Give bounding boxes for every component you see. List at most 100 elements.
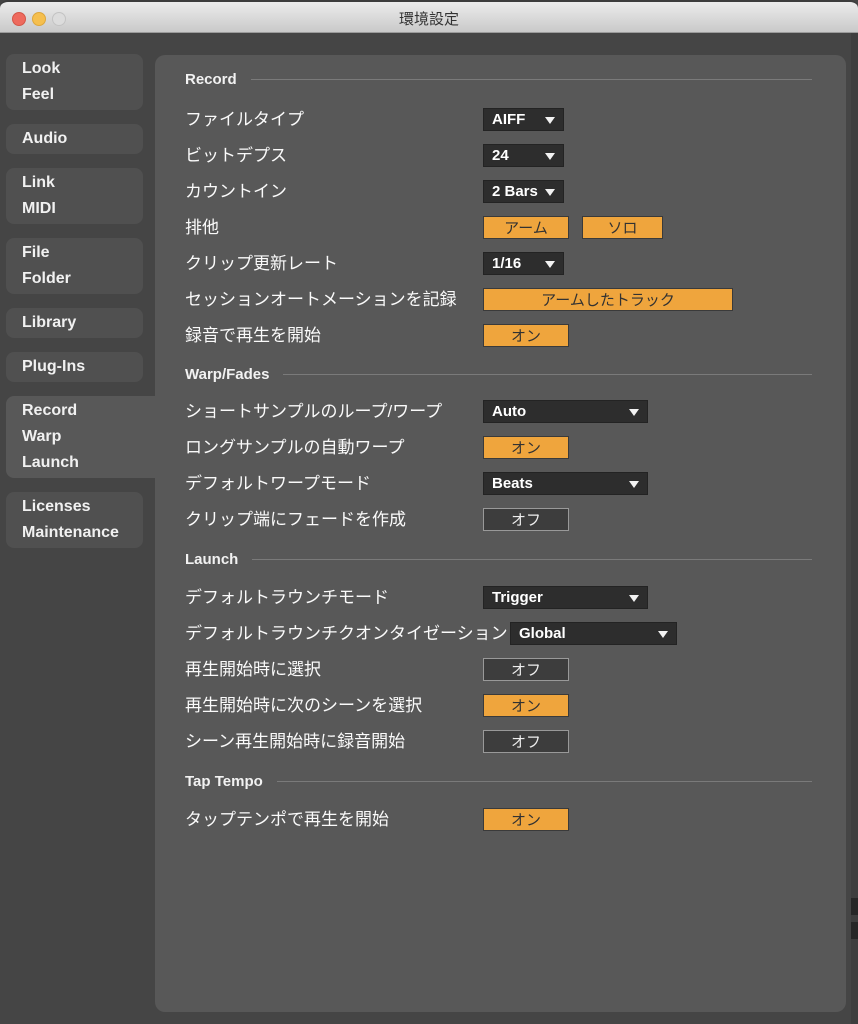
section-header: Tap Tempo bbox=[185, 772, 812, 790]
chevron-down-icon bbox=[545, 189, 555, 196]
toggle-label: オフ bbox=[511, 509, 541, 530]
dropdown[interactable]: AIFF bbox=[483, 108, 564, 131]
dropdown[interactable]: Beats bbox=[483, 472, 648, 495]
toggle-label: オフ bbox=[511, 731, 541, 752]
tab-label: File bbox=[22, 240, 143, 266]
row-label: クリップ端にフェードを作成 bbox=[185, 508, 406, 531]
chevron-down-icon bbox=[629, 409, 639, 416]
dropdown-value: 2 Bars bbox=[492, 181, 538, 202]
dropdown[interactable]: 2 Bars bbox=[483, 180, 564, 203]
tab-label: Licenses bbox=[22, 494, 143, 520]
row-label: セッションオートメーションを記録 bbox=[185, 288, 457, 311]
section-header: Warp/Fades bbox=[185, 365, 812, 383]
section-header: Launch bbox=[185, 550, 812, 568]
dropdown[interactable]: 24 bbox=[483, 144, 564, 167]
toggle-button[interactable]: ソロ bbox=[582, 216, 663, 239]
toggle-button[interactable]: オフ bbox=[483, 730, 569, 753]
tab-label: Maintenance bbox=[22, 520, 143, 546]
settings-row: 録音で再生を開始 オン bbox=[155, 324, 846, 347]
section-rule bbox=[251, 79, 812, 80]
sidebar-tab-licenses-maintenance[interactable]: LicensesMaintenance bbox=[6, 492, 143, 548]
titlebar: 環境設定 bbox=[0, 0, 858, 33]
sidebar-tab-look-feel[interactable]: LookFeel bbox=[6, 54, 143, 110]
section-rule bbox=[277, 781, 812, 782]
toggle-button[interactable]: オフ bbox=[483, 658, 569, 681]
settings-row: デフォルトワープモードBeats bbox=[155, 472, 846, 495]
sidebar: LookFeel Audio LinkMIDI FileFolder Library Pl… bbox=[6, 54, 157, 548]
toggle-label: オフ bbox=[511, 659, 541, 680]
toggle-button[interactable]: オン bbox=[483, 808, 569, 831]
row-label: シーン再生開始時に録音開始 bbox=[185, 730, 405, 753]
toggle-label: アームしたトラック bbox=[541, 289, 675, 310]
row-label: デフォルトラウンチモード bbox=[185, 586, 389, 609]
row-label: 排他 bbox=[185, 216, 219, 239]
row-label: 再生開始時に次のシーンを選択 bbox=[185, 694, 422, 717]
tab-label: Feel bbox=[22, 82, 143, 108]
tab-label: Audio bbox=[22, 126, 143, 152]
settings-row: カウントイン 2 Bars bbox=[155, 180, 846, 203]
preferences-window: 環境設定 LookFeel Audio LinkMIDI FileFolder Libr… bbox=[0, 0, 858, 1024]
toggle-button[interactable]: アームしたトラック bbox=[483, 288, 733, 311]
tab-label: Launch bbox=[22, 450, 157, 476]
toggle-button[interactable]: オン bbox=[483, 694, 569, 717]
settings-row: シーン再生開始時に録音開始 オフ bbox=[155, 730, 846, 753]
section-rule bbox=[283, 374, 812, 375]
dropdown-value: Trigger bbox=[492, 587, 543, 608]
dropdown-value: Global bbox=[519, 623, 566, 644]
row-label: デフォルトラウンチクオンタイゼーション bbox=[185, 622, 508, 645]
tab-label: Library bbox=[22, 310, 143, 336]
sidebar-tab-record-warp-launch[interactable]: RecordWarpLaunch bbox=[6, 396, 157, 478]
section-title: Launch bbox=[185, 551, 238, 568]
row-label: タップテンポで再生を開始 bbox=[185, 808, 389, 831]
sidebar-tab-link-midi[interactable]: LinkMIDI bbox=[6, 168, 143, 224]
scrollbar[interactable] bbox=[851, 33, 858, 1024]
sidebar-tab-audio[interactable]: Audio bbox=[6, 124, 143, 154]
dropdown[interactable]: Trigger bbox=[483, 586, 648, 609]
settings-row: セッションオートメーションを記録 アームしたトラック bbox=[155, 288, 846, 311]
settings-row: ビットデプス24 bbox=[155, 144, 846, 167]
toggle-button[interactable]: オン bbox=[483, 436, 569, 459]
tab-label: Look bbox=[22, 56, 143, 82]
settings-row: クリップ更新レート1/16 bbox=[155, 252, 846, 275]
dropdown-value: 24 bbox=[492, 145, 509, 166]
row-label: 録音で再生を開始 bbox=[185, 324, 321, 347]
settings-row: ショートサンプルのループ/ワープAuto bbox=[155, 400, 846, 423]
sidebar-tab-library[interactable]: Library bbox=[6, 308, 143, 338]
section-title: Record bbox=[185, 71, 237, 88]
dropdown[interactable]: Global bbox=[510, 622, 677, 645]
dropdown[interactable]: 1/16 bbox=[483, 252, 564, 275]
settings-row: タップテンポで再生を開始 オン bbox=[155, 808, 846, 831]
toggle-label: オン bbox=[511, 809, 541, 830]
row-label: 再生開始時に選択 bbox=[185, 658, 321, 681]
settings-row: クリップ端にフェードを作成 オフ bbox=[155, 508, 846, 531]
dropdown-value: 1/16 bbox=[492, 253, 521, 274]
dropdown-value: Beats bbox=[492, 473, 533, 494]
toggle-label: アーム bbox=[504, 217, 548, 238]
row-label: カウントイン bbox=[185, 180, 287, 203]
dropdown-value: Auto bbox=[492, 401, 526, 422]
window-title: 環境設定 bbox=[0, 2, 858, 35]
settings-row: デフォルトラウンチクオンタイゼーション Global bbox=[155, 622, 846, 645]
chevron-down-icon bbox=[629, 595, 639, 602]
tab-label: Folder bbox=[22, 266, 143, 292]
toggle-label: オン bbox=[511, 325, 541, 346]
chevron-down-icon bbox=[545, 153, 555, 160]
row-label: ロングサンプルの自動ワープ bbox=[185, 436, 404, 459]
tab-label: MIDI bbox=[22, 196, 143, 222]
settings-row: ロングサンプルの自動ワープ オン bbox=[155, 436, 846, 459]
toggle-button[interactable]: アーム bbox=[483, 216, 569, 239]
tab-label: Plug-Ins bbox=[22, 354, 143, 380]
sidebar-tab-plug-ins[interactable]: Plug-Ins bbox=[6, 352, 143, 382]
settings-row: デフォルトラウンチモード Trigger bbox=[155, 586, 846, 609]
section-header: Record bbox=[185, 70, 812, 88]
dropdown[interactable]: Auto bbox=[483, 400, 648, 423]
chevron-down-icon bbox=[629, 481, 639, 488]
toggle-button[interactable]: オン bbox=[483, 324, 569, 347]
settings-row: 再生開始時に次のシーンを選択 オン bbox=[155, 694, 846, 717]
sidebar-tab-file-folder[interactable]: FileFolder bbox=[6, 238, 143, 294]
chevron-down-icon bbox=[545, 261, 555, 268]
settings-row: ファイルタイプAIFF bbox=[155, 108, 846, 131]
section-rule bbox=[252, 559, 812, 560]
chevron-down-icon bbox=[545, 117, 555, 124]
toggle-button[interactable]: オフ bbox=[483, 508, 569, 531]
